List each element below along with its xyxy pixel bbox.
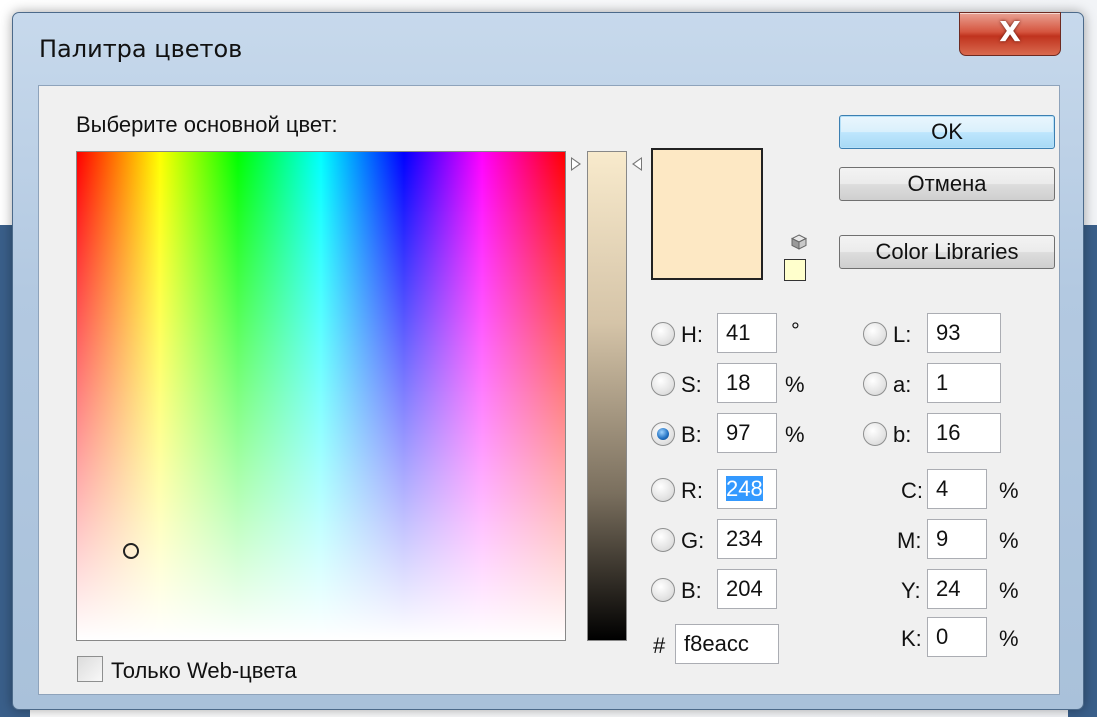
radio-saturation[interactable] <box>651 372 675 396</box>
magenta-field[interactable]: 9 <box>927 519 987 559</box>
black-field[interactable]: 0 <box>927 617 987 657</box>
cyan-unit: % <box>999 478 1019 503</box>
saturation-label: S: <box>681 372 702 397</box>
red-field[interactable]: 248 <box>717 469 777 509</box>
black-label: K: <box>901 626 922 651</box>
radio-lab-a[interactable] <box>863 372 887 396</box>
cyan-label: C: <box>901 478 923 503</box>
yellow-unit: % <box>999 578 1019 603</box>
brightness-label: B: <box>681 422 702 447</box>
yellow-field[interactable]: 24 <box>927 569 987 609</box>
yellow-label: Y: <box>901 578 921 603</box>
close-button[interactable]: X <box>959 12 1061 56</box>
color-libraries-button[interactable]: Color Libraries <box>839 235 1055 269</box>
magenta-unit: % <box>999 528 1019 553</box>
radio-green[interactable] <box>651 528 675 552</box>
blue-label: B: <box>681 578 702 603</box>
lab-a-field[interactable]: 1 <box>927 363 1001 403</box>
dialog-content: Выберите основной цвет: OK Отмена Color … <box>38 85 1060 695</box>
lightness-label: L: <box>893 322 912 347</box>
lab-b-label: b: <box>893 422 912 447</box>
color-field-saturation-fade <box>77 152 565 640</box>
hue-unit: ° <box>791 318 800 343</box>
radio-red[interactable] <box>651 478 675 502</box>
radio-hue[interactable] <box>651 322 675 346</box>
black-unit: % <box>999 626 1019 651</box>
color-field[interactable] <box>76 151 566 641</box>
color-picker-ring[interactable] <box>123 543 139 559</box>
blue-field[interactable]: 204 <box>717 569 777 609</box>
close-icon: X <box>999 15 1021 48</box>
slider-right-arrow-icon[interactable] <box>632 157 642 171</box>
hue-label: H: <box>681 322 703 347</box>
hex-field[interactable]: f8eacc <box>675 624 779 664</box>
cyan-field[interactable]: 4 <box>927 469 987 509</box>
radio-lightness[interactable] <box>863 322 887 346</box>
saturation-field[interactable]: 18 <box>717 363 777 403</box>
color-picker-dialog: Палитра цветов X Выберите основной цвет:… <box>12 12 1084 710</box>
lab-a-label: a: <box>893 372 912 397</box>
websafe-color-swatch[interactable] <box>784 259 806 281</box>
slider-left-arrow-icon[interactable] <box>571 157 581 171</box>
dialog-title: Палитра цветов <box>39 35 243 63</box>
brightness-unit: % <box>785 422 805 447</box>
red-field-value: 248 <box>726 476 763 501</box>
web-colors-only-label: Только Web-цвета <box>111 658 297 683</box>
radio-brightness[interactable] <box>651 422 675 446</box>
brightness-field[interactable]: 97 <box>717 413 777 453</box>
saturation-unit: % <box>785 372 805 397</box>
magenta-label: M: <box>897 528 922 553</box>
hex-label: # <box>653 633 666 658</box>
out-of-gamut-cube-icon[interactable] <box>791 234 807 250</box>
green-label: G: <box>681 528 705 553</box>
web-colors-only-checkbox[interactable] <box>77 656 103 682</box>
new-color-preview <box>651 148 763 280</box>
radio-lab-b[interactable] <box>863 422 887 446</box>
radio-blue[interactable] <box>651 578 675 602</box>
green-field[interactable]: 234 <box>717 519 777 559</box>
lightness-field[interactable]: 93 <box>927 313 1001 353</box>
lab-b-field[interactable]: 16 <box>927 413 1001 453</box>
cancel-button[interactable]: Отмена <box>839 167 1055 201</box>
title-bar[interactable]: Палитра цветов X <box>13 12 1083 73</box>
red-label: R: <box>681 478 703 503</box>
ok-button[interactable]: OK <box>839 115 1055 149</box>
hue-field[interactable]: 41 <box>717 313 777 353</box>
brightness-slider[interactable] <box>587 151 627 641</box>
pick-color-label: Выберите основной цвет: <box>76 112 338 137</box>
